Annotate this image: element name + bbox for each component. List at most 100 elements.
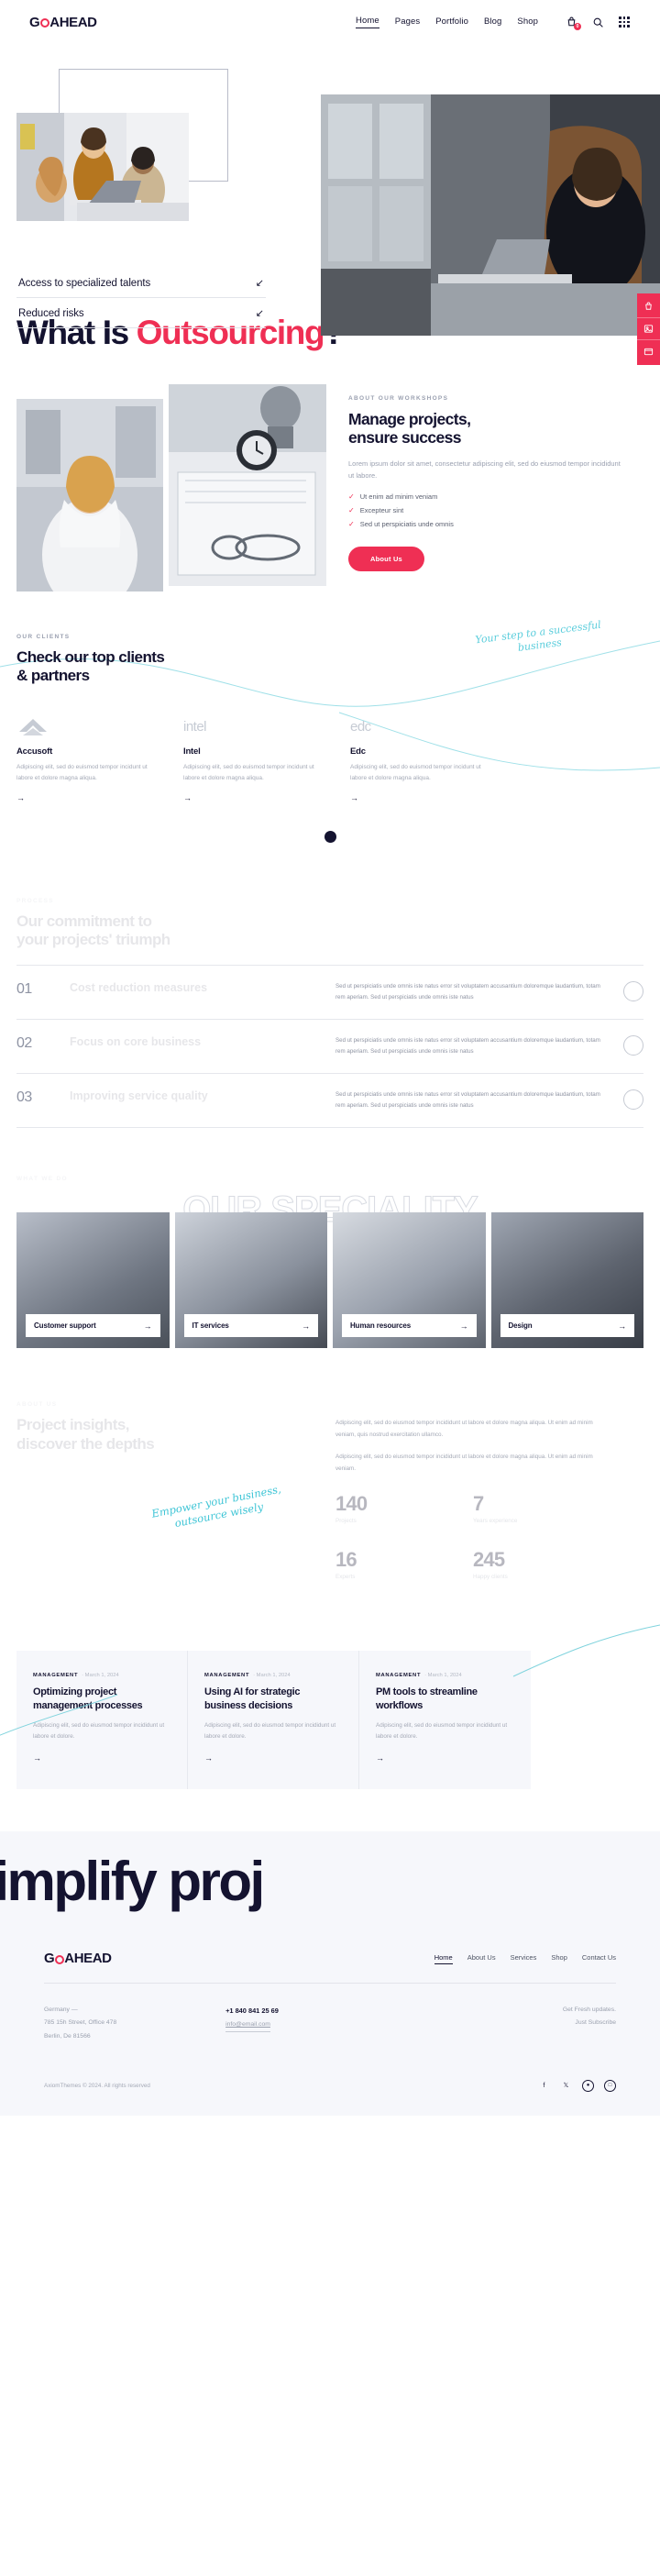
footer-nav-services[interactable]: Services bbox=[511, 1953, 537, 1964]
primary-nav: Home Pages Portfolio Blog Shop 0 bbox=[356, 16, 631, 30]
hero-feature-label: Reduced risks bbox=[18, 307, 84, 319]
nav-item-home[interactable]: Home bbox=[356, 16, 380, 28]
blog-meta: MANAGEMENT · March 1, 2024 bbox=[376, 1673, 514, 1678]
accordion-toggle-icon[interactable] bbox=[623, 1034, 644, 1056]
nav-item-blog[interactable]: Blog bbox=[484, 17, 501, 28]
footer-nav-about-us[interactable]: About Us bbox=[468, 1953, 496, 1964]
speciality-card[interactable]: IT services → bbox=[174, 1212, 327, 1349]
footer-nav-home[interactable]: Home bbox=[434, 1953, 453, 1964]
client-description: Adipiscing elit, sed do euismod tempor i… bbox=[16, 763, 148, 781]
search-icon[interactable] bbox=[591, 16, 604, 28]
blog-description: Adipiscing elit, sed do eiusmod tempor i… bbox=[33, 1722, 165, 1741]
side-cart-icon[interactable] bbox=[637, 296, 660, 318]
footer-phone[interactable]: +1 840 841 25 69 bbox=[226, 2004, 507, 2018]
instagram-icon[interactable]: □ bbox=[604, 2079, 616, 2092]
nav-item-pages[interactable]: Pages bbox=[395, 17, 420, 28]
blog-title: Using AI for strategic business decision… bbox=[204, 1686, 301, 1711]
footer-logo[interactable]: G AHEAD bbox=[44, 1951, 112, 1966]
marquee-banner: nd simplify proj bbox=[0, 1831, 660, 1931]
footer-nav-shop[interactable]: Shop bbox=[551, 1953, 567, 1964]
speciality-card[interactable]: Human resources → bbox=[333, 1212, 486, 1349]
arrow-right-icon[interactable]: → bbox=[183, 793, 192, 802]
accordion-title: Focus on core business bbox=[70, 1034, 202, 1048]
accordion-toggle-icon[interactable] bbox=[623, 1089, 644, 1110]
x-icon[interactable]: 𝕏 bbox=[560, 2080, 572, 2092]
speciality-card-label-bar[interactable]: Design → bbox=[500, 1314, 634, 1338]
accusoft-logo-icon bbox=[16, 713, 163, 741]
side-window-icon[interactable] bbox=[637, 340, 660, 362]
grid-menu-icon[interactable] bbox=[618, 16, 631, 28]
clients-header: OUR CLIENTS Check our top clients & part… bbox=[16, 634, 644, 686]
carousel-pagination[interactable] bbox=[16, 830, 644, 843]
about-us-button[interactable]: About Us bbox=[348, 546, 424, 571]
speciality-card-label-bar[interactable]: Human resources → bbox=[342, 1314, 477, 1338]
insights-script-note: Empower your business, outsource wisely bbox=[150, 1482, 282, 1531]
speciality-card[interactable]: Customer support → bbox=[16, 1212, 170, 1349]
footer-top: G AHEAD Home About Us Services Shop Conta… bbox=[44, 1951, 616, 1966]
arrow-right-icon[interactable]: → bbox=[204, 1753, 213, 1763]
bullet-label: Excepteur sint bbox=[359, 505, 404, 514]
bullet-label: Sed ut perspiciatis unde omnis bbox=[359, 519, 454, 528]
footer-subscribe-line-1: Get Fresh updates. bbox=[562, 2007, 616, 2014]
insights-title-line2: discover the depths bbox=[16, 1434, 155, 1453]
hero-feature-row[interactable]: Access to specialized talents ↙ bbox=[16, 268, 266, 298]
blog-date-value: March 1, 2024 bbox=[427, 1673, 462, 1679]
footer-divider bbox=[44, 1983, 616, 1985]
footer-logo-text-post: AHEAD bbox=[64, 1951, 112, 1967]
arrow-down-left-icon: ↙ bbox=[255, 278, 264, 289]
arrow-right-icon[interactable]: → bbox=[376, 1753, 384, 1763]
side-image-icon[interactable] bbox=[637, 318, 660, 340]
header-icon-group: 0 bbox=[565, 16, 631, 30]
nav-item-portfolio[interactable]: Portfolio bbox=[435, 17, 468, 28]
commitment-eyebrow: PROCESS bbox=[16, 897, 54, 904]
accordion-description: Sed ut perspiciatis unde omnis iste natu… bbox=[336, 1036, 600, 1055]
footer-subscribe-line-2[interactable]: Just Subscribe bbox=[507, 2017, 616, 2029]
blog-title: PM tools to streamline workflows bbox=[376, 1686, 478, 1711]
hero-feature-row[interactable]: Reduced risks ↙ bbox=[16, 298, 266, 328]
blog-card[interactable]: MANAGEMENT · March 1, 2024 PM tools to s… bbox=[359, 1651, 531, 1790]
arrow-right-icon[interactable]: → bbox=[350, 793, 358, 802]
client-card[interactable]: Accusoft Adipiscing elit, sed do euismod… bbox=[16, 713, 183, 805]
bullet-item: ✓ Ut enim ad minim veniam bbox=[348, 492, 623, 501]
footer-email[interactable]: info@email.com bbox=[226, 2018, 270, 2032]
check-icon: ✓ bbox=[348, 492, 355, 501]
blog-meta: MANAGEMENT · March 1, 2024 bbox=[33, 1673, 170, 1678]
logo[interactable]: G AHEAD bbox=[29, 15, 97, 30]
accordion-toggle-icon[interactable] bbox=[623, 980, 644, 1001]
blog-category: MANAGEMENT bbox=[204, 1673, 250, 1679]
footer-address-line-1: Germany — bbox=[44, 2007, 78, 2014]
speciality-card-label-bar[interactable]: Customer support → bbox=[26, 1314, 160, 1338]
stat-item: 7 Years experience bbox=[473, 1492, 610, 1524]
accordion-row[interactable]: 03 Improving service quality Sed ut pers… bbox=[16, 1072, 644, 1129]
accordion-title: Improving service quality bbox=[70, 1089, 208, 1102]
arrow-right-icon[interactable]: → bbox=[33, 1753, 41, 1763]
blog-card[interactable]: MANAGEMENT · March 1, 2024 Using AI for … bbox=[188, 1651, 359, 1790]
workshops-images bbox=[16, 384, 328, 591]
commitment-header: PROCESS Our commitment to your projects'… bbox=[16, 898, 644, 950]
accordion-row[interactable]: 01 Cost reduction measures Sed ut perspi… bbox=[16, 964, 644, 1019]
facebook-icon[interactable]: f bbox=[538, 2080, 550, 2092]
blog-card[interactable]: MANAGEMENT · March 1, 2024 Optimizing pr… bbox=[16, 1651, 188, 1790]
arrow-right-icon[interactable]: → bbox=[16, 793, 25, 802]
blog-grid: MANAGEMENT · March 1, 2024 Optimizing pr… bbox=[16, 1651, 644, 1790]
footer-nav-contact-us[interactable]: Contact Us bbox=[582, 1953, 616, 1964]
hero-left-media bbox=[16, 69, 228, 221]
bullet-item: ✓ Sed ut perspiciatis unde omnis bbox=[348, 520, 623, 528]
speciality-card-label-bar[interactable]: IT services → bbox=[183, 1314, 318, 1338]
speciality-card[interactable]: Design → bbox=[490, 1212, 644, 1349]
blog-title: Optimizing project management processes bbox=[33, 1686, 143, 1711]
dribbble-icon[interactable]: ● bbox=[582, 2079, 594, 2092]
clients-grid: Accusoft Adipiscing elit, sed do euismod… bbox=[16, 713, 644, 805]
workshops-text: ABOUT OUR WORKSHOPS Manage projects, ens… bbox=[328, 384, 623, 591]
client-card[interactable]: edc Edc Adipiscing elit, sed do euismod … bbox=[350, 713, 517, 805]
accordion-row[interactable]: 02 Focus on core business Sed ut perspic… bbox=[16, 1018, 644, 1073]
cart-icon[interactable]: 0 bbox=[565, 16, 581, 30]
blog-meta: MANAGEMENT · March 1, 2024 bbox=[204, 1673, 342, 1678]
nav-item-shop[interactable]: Shop bbox=[517, 17, 538, 28]
workshop-photo-person bbox=[16, 399, 163, 591]
carousel-dot-active[interactable] bbox=[324, 830, 336, 843]
workshops-title-line1: Manage projects, bbox=[348, 410, 471, 428]
check-icon: ✓ bbox=[348, 519, 355, 528]
client-card[interactable]: intel Intel Adipiscing elit, sed do euis… bbox=[183, 713, 350, 805]
insights-paragraph-2: Adipiscing elit, sed do eiusmod tempor i… bbox=[336, 1454, 593, 1472]
